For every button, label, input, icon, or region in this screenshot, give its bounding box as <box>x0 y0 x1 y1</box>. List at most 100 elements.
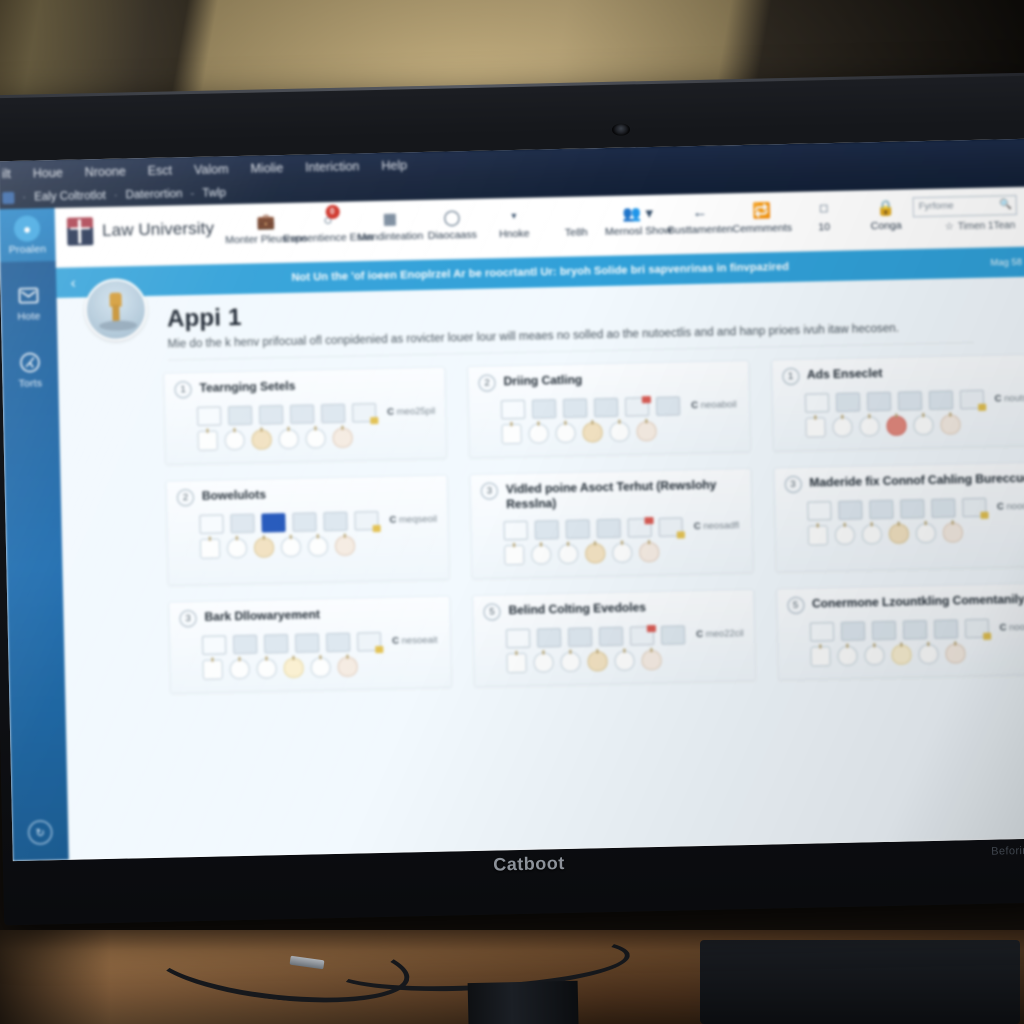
chevron-left-icon[interactable]: ‹ <box>56 274 90 292</box>
menu-item-4[interactable]: Valom <box>194 162 229 177</box>
thumbnail-bubble[interactable] <box>504 544 525 566</box>
thumbnail-tile[interactable] <box>565 519 591 539</box>
thumbnail-tile[interactable] <box>325 632 351 653</box>
thumbnail-bubble[interactable] <box>224 429 245 451</box>
thumbnail-tile[interactable] <box>964 618 989 639</box>
nav-item-espeentience-esan[interactable]: ○ 0 Espeentience Esan <box>283 204 374 246</box>
clock-history-icon[interactable]: ↻ <box>27 820 53 845</box>
thumbnail-bubble[interactable] <box>501 423 522 445</box>
site-name[interactable]: Law University <box>102 219 214 241</box>
thumbnail-bubble[interactable] <box>199 538 221 559</box>
thumbnail-bubble[interactable] <box>636 420 657 442</box>
thumbnail-bubble[interactable] <box>558 543 579 565</box>
thumbnail-bubble[interactable] <box>528 423 549 444</box>
thumbnail-tile[interactable] <box>531 399 557 419</box>
nav-item-busttamenten[interactable]: ← Busttamenten <box>668 199 733 238</box>
thumbnail-bubble[interactable] <box>582 422 603 443</box>
site-branding[interactable]: Law University <box>66 215 215 246</box>
thumbnail-bubble[interactable] <box>836 645 858 667</box>
thumbnail-bubble[interactable] <box>280 536 302 558</box>
content-card[interactable]: 2 Bowelulots C meqseoil <box>165 474 450 586</box>
thumbnail-bubble[interactable] <box>587 651 608 672</box>
thumbnail-bubble[interactable] <box>334 535 356 556</box>
menu-item-2[interactable]: Nroone <box>85 164 126 179</box>
thumbnail-bubble[interactable] <box>560 651 581 673</box>
thumbnail-bubble[interactable] <box>310 657 331 678</box>
thumbnail-bubble[interactable] <box>253 537 275 558</box>
thumbnail-bubble[interactable] <box>804 417 826 438</box>
thumbnail-tile[interactable] <box>660 625 686 645</box>
thumbnail-bubble[interactable] <box>915 522 936 544</box>
thumbnail-bubble[interactable] <box>283 657 304 679</box>
thumbnail-bubble[interactable] <box>831 416 853 438</box>
nav-extra-hnoke[interactable]: ▾ Hnoke <box>483 203 546 242</box>
thumbnail-bubble[interactable] <box>641 649 662 671</box>
thumbnail-tile[interactable] <box>655 396 681 416</box>
thumbnail-tile[interactable] <box>840 621 865 641</box>
thumbnail-bubble[interactable] <box>858 416 880 437</box>
thumbnail-bubble[interactable] <box>531 544 552 565</box>
content-card[interactable]: 1 Tearnging Setels C meo25pil <box>163 366 448 465</box>
thumbnail-bubble[interactable] <box>612 542 633 563</box>
thumbnail-bubble[interactable] <box>305 428 326 449</box>
thumbnail-tile[interactable] <box>899 499 925 519</box>
thumbnail-tile[interactable] <box>536 628 562 648</box>
menu-item-5[interactable]: Miolie <box>250 161 283 176</box>
thumbnail-tile[interactable] <box>196 406 222 426</box>
thumbnail-tile[interactable] <box>837 500 863 520</box>
thumbnail-tile[interactable] <box>261 513 286 533</box>
thumbnail-bubble[interactable] <box>585 543 606 564</box>
nav-item-mernosl-show[interactable]: 👥 ▾ Mernosl Show <box>605 201 672 240</box>
thumbnail-bubble[interactable] <box>197 430 218 451</box>
thumbnail-tile[interactable] <box>835 392 860 413</box>
thumbnail-bubble[interactable] <box>888 523 909 544</box>
banner-more-label[interactable]: Mag 58 <box>990 256 1024 268</box>
thumbnail-bubble[interactable] <box>533 652 554 673</box>
favorites-folder-icon[interactable] <box>2 191 15 205</box>
content-card[interactable]: 1 Ads Enseclet C noutsgull <box>770 353 1024 452</box>
sidebar-item-hote[interactable]: Hote <box>0 275 57 329</box>
thumbnail-tile[interactable] <box>500 399 526 420</box>
thumbnail-bubble[interactable] <box>251 429 272 450</box>
thumbnail-bubble[interactable] <box>614 650 635 671</box>
thumbnail-bubble[interactable] <box>256 658 277 679</box>
thumbnail-bubble[interactable] <box>506 652 527 674</box>
thumbnail-tile[interactable] <box>658 517 683 537</box>
thumbnail-tile[interactable] <box>562 398 588 418</box>
thumbnail-bubble[interactable] <box>202 659 223 680</box>
thumbnail-tile[interactable] <box>323 511 348 532</box>
thumbnail-tile[interactable] <box>356 631 382 652</box>
thumbnail-bubble[interactable] <box>807 525 828 546</box>
thumbnail-tile[interactable] <box>627 518 652 538</box>
thumbnail-bubble[interactable] <box>917 643 939 665</box>
thumbnail-bubble[interactable] <box>942 522 963 543</box>
thumbnail-bubble[interactable] <box>307 536 329 557</box>
nav-extra-te8h[interactable]: Te8h <box>545 202 608 241</box>
thumbnail-tile[interactable] <box>227 405 253 426</box>
thumbnail-tile[interactable] <box>289 404 315 424</box>
thumbnail-bubble[interactable] <box>226 537 248 559</box>
thumbnail-bubble[interactable] <box>912 414 934 436</box>
content-card[interactable]: 3 Vidled poine Asoct Terhut (Rewslohy Res… <box>469 467 754 579</box>
thumbnail-bubble[interactable] <box>229 658 250 680</box>
thumbnail-tile[interactable] <box>294 633 320 653</box>
thumbnail-tile[interactable] <box>629 626 655 646</box>
thumbnail-bubble[interactable] <box>639 541 660 563</box>
thumbnail-tile[interactable] <box>534 520 560 540</box>
content-card[interactable]: 3 Bark Dllowaryement C nesoeait <box>168 595 453 694</box>
thumbnail-tile[interactable] <box>505 628 531 649</box>
thumbnail-bubble[interactable] <box>944 643 966 664</box>
thumbnail-tile[interactable] <box>959 389 984 410</box>
thumbnail-tile[interactable] <box>598 626 624 647</box>
menu-item-7[interactable]: Help <box>381 158 407 173</box>
thumbnail-tile[interactable] <box>804 393 829 413</box>
thumbnail-bubble[interactable] <box>555 422 576 444</box>
thumbnail-bubble[interactable] <box>885 415 907 436</box>
thumbnail-bubble[interactable] <box>939 414 961 435</box>
thumbnail-tile[interactable] <box>928 390 953 410</box>
thumbnail-bubble[interactable] <box>337 656 358 677</box>
thumbnail-tile[interactable] <box>263 634 289 654</box>
header-search-input[interactable]: Fyrfome 🔍 <box>912 195 1017 218</box>
thumbnail-tile[interactable] <box>354 511 379 531</box>
search-icon[interactable]: 🔍 <box>999 199 1012 210</box>
